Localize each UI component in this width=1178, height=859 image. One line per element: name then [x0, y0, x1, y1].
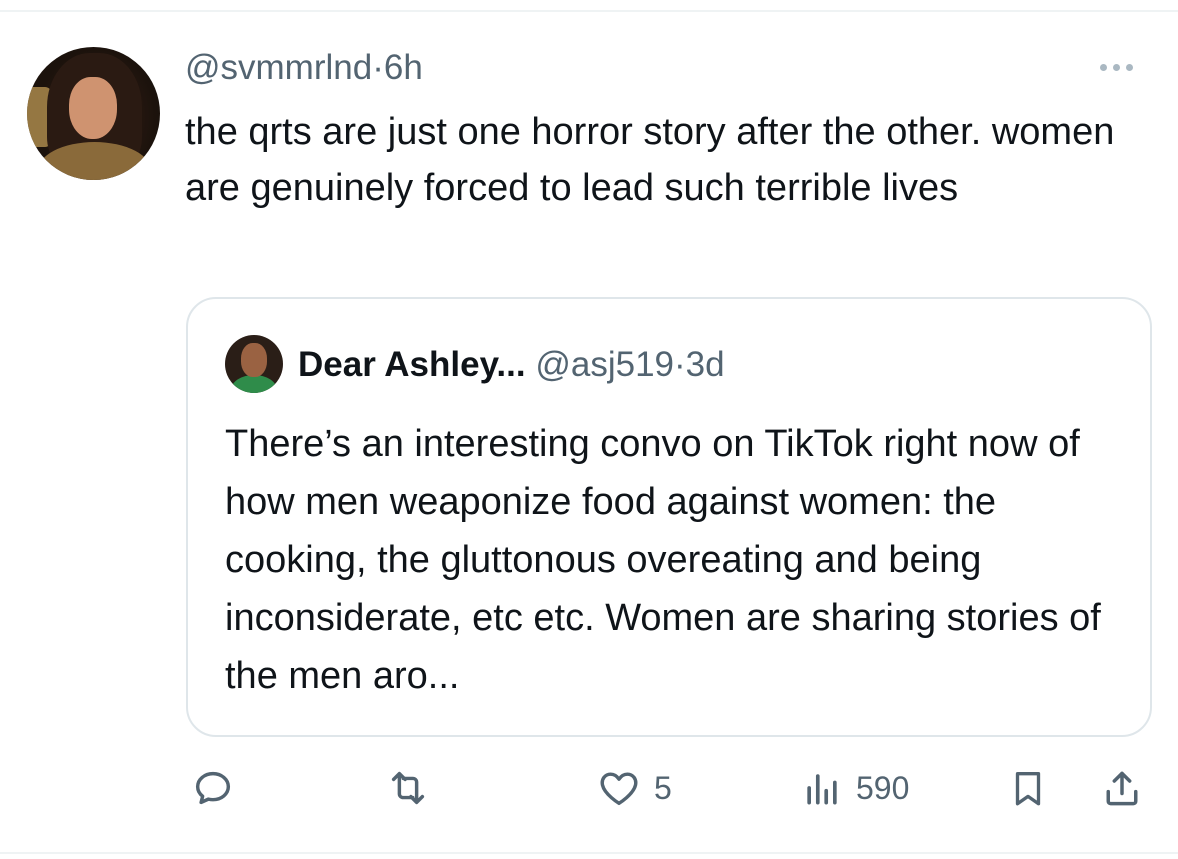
heart-icon [600, 772, 638, 806]
tweet-time[interactable]: 6h [384, 48, 423, 87]
views-count: 590 [856, 769, 910, 806]
more-horizontal-icon [1100, 63, 1107, 71]
header-separator: · [372, 48, 384, 87]
avatar[interactable] [27, 47, 160, 180]
share-icon [1106, 771, 1138, 806]
tweet-header: @svmmrlnd·6h [185, 48, 423, 88]
tweet-text: the qrts are just one horror story after… [185, 111, 1115, 209]
views-button[interactable]: 590 [800, 765, 909, 811]
quoted-handle[interactable]: @asj519 [535, 345, 674, 384]
quoted-avatar[interactable] [225, 335, 283, 393]
quoted-time: 3d [685, 345, 725, 384]
top-divider [0, 10, 1178, 12]
retweet-button[interactable] [384, 765, 444, 811]
bottom-divider [0, 852, 1178, 854]
retweet-icon [391, 771, 425, 805]
share-button[interactable] [1100, 765, 1144, 811]
quoted-header: Dear Ashley... @asj519·3d [298, 343, 725, 387]
views-chart-icon [807, 774, 837, 805]
quoted-display-name[interactable]: Dear Ashley... [298, 345, 526, 384]
like-button[interactable]: 5 [596, 765, 672, 811]
reply-button[interactable] [190, 765, 248, 811]
author-handle[interactable]: @svmmrlnd [185, 48, 372, 87]
more-options-button[interactable] [1100, 52, 1146, 82]
quoted-tweet[interactable]: Dear Ashley... @asj519·3d There’s an int… [186, 297, 1152, 737]
reply-icon [195, 771, 231, 805]
bookmark-icon [1015, 771, 1041, 806]
like-count: 5 [654, 769, 672, 806]
quoted-separator: · [674, 345, 686, 384]
bookmark-button[interactable] [1007, 765, 1049, 811]
quoted-text: There’s an interesting convo on TikTok r… [225, 423, 1101, 697]
